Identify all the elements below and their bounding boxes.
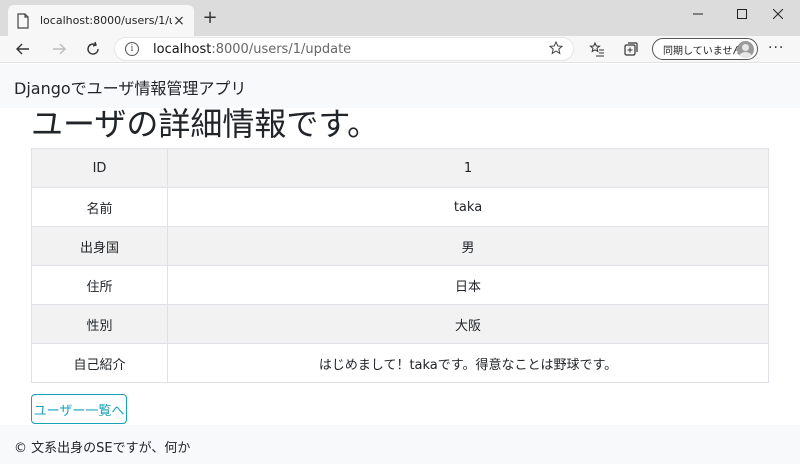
row-value: はじめまして！takaです。得意なことは野球です。 xyxy=(167,343,769,383)
address-bar[interactable]: i localhost:8000/users/1/update xyxy=(114,37,574,61)
favorite-star-icon[interactable] xyxy=(549,41,563,55)
favorites-list-button[interactable] xyxy=(588,40,606,58)
document-icon xyxy=(17,12,29,29)
arrow-left-icon xyxy=(16,43,29,55)
new-tab-button[interactable]: + xyxy=(200,8,220,28)
row-value: 1 xyxy=(167,148,769,188)
row-label: 名前 xyxy=(31,187,168,227)
table-row: 出身国 男 xyxy=(31,226,769,266)
row-value: 男 xyxy=(167,226,769,266)
info-icon[interactable]: i xyxy=(125,42,139,56)
footer-copyright: © 文系出身のSEですが、何か xyxy=(14,441,191,456)
page-title: ユーザの詳細情報です。 xyxy=(31,105,380,143)
table-row: 名前 taka xyxy=(31,187,769,227)
favorites-list-icon xyxy=(589,41,604,57)
sync-status-label: 同期していません xyxy=(663,45,743,57)
reload-button[interactable] xyxy=(82,38,104,60)
collections-icon xyxy=(624,42,638,56)
url-host: localhost xyxy=(153,41,212,57)
forward-nav-button[interactable] xyxy=(48,38,70,60)
avatar-icon xyxy=(737,41,754,58)
arrow-right-icon xyxy=(53,43,66,55)
row-value: 大阪 xyxy=(167,304,769,344)
back-nav-button[interactable] xyxy=(12,38,34,60)
tab-title: localhost:8000/users/1/update xyxy=(40,14,172,27)
table-row: 自己紹介 はじめまして！takaです。得意なことは野球です。 xyxy=(31,343,769,383)
browser-toolbar: i localhost:8000/users/1/update 同期していません… xyxy=(0,36,800,63)
browser-tab[interactable]: localhost:8000/users/1/update × xyxy=(8,5,194,36)
collections-button[interactable] xyxy=(622,40,640,58)
site-navbar: Djangoでユーザ情報管理アプリ xyxy=(0,64,800,108)
profile-sync-button[interactable]: 同期していません xyxy=(652,38,758,60)
minimize-icon xyxy=(693,13,703,15)
row-value: taka xyxy=(167,187,769,227)
close-window-button[interactable] xyxy=(756,0,800,28)
minimize-button[interactable] xyxy=(676,0,720,28)
reload-icon xyxy=(87,41,99,55)
row-label: 出身国 xyxy=(31,226,168,266)
url-text: localhost:8000/users/1/update xyxy=(153,42,351,57)
tab-close-icon[interactable]: × xyxy=(172,13,186,29)
user-detail-table: ID 1 名前 taka 出身国 男 住所 日本 性別 大阪 自己紹介 はじめま… xyxy=(31,148,769,383)
table-row: 性別 大阪 xyxy=(31,304,769,344)
navbar-brand[interactable]: Djangoでユーザ情報管理アプリ xyxy=(14,75,246,99)
table-row: 住所 日本 xyxy=(31,265,769,305)
row-label: 住所 xyxy=(31,265,168,305)
row-label: 性別 xyxy=(31,304,168,344)
url-path: :8000/users/1/update xyxy=(211,41,352,57)
row-label: 自己紹介 xyxy=(31,343,168,383)
table-row: ID 1 xyxy=(31,148,769,188)
more-menu-icon[interactable]: ··· xyxy=(768,40,784,56)
back-to-user-list-button[interactable]: ユーザー一覧へ xyxy=(31,394,127,424)
row-label: ID xyxy=(31,148,168,188)
row-value: 日本 xyxy=(167,265,769,305)
close-icon xyxy=(773,9,783,19)
maximize-icon xyxy=(737,9,747,19)
browser-tab-bar: localhost:8000/users/1/update × + xyxy=(0,0,800,36)
site-footer: © 文系出身のSEですが、何か xyxy=(0,425,800,464)
